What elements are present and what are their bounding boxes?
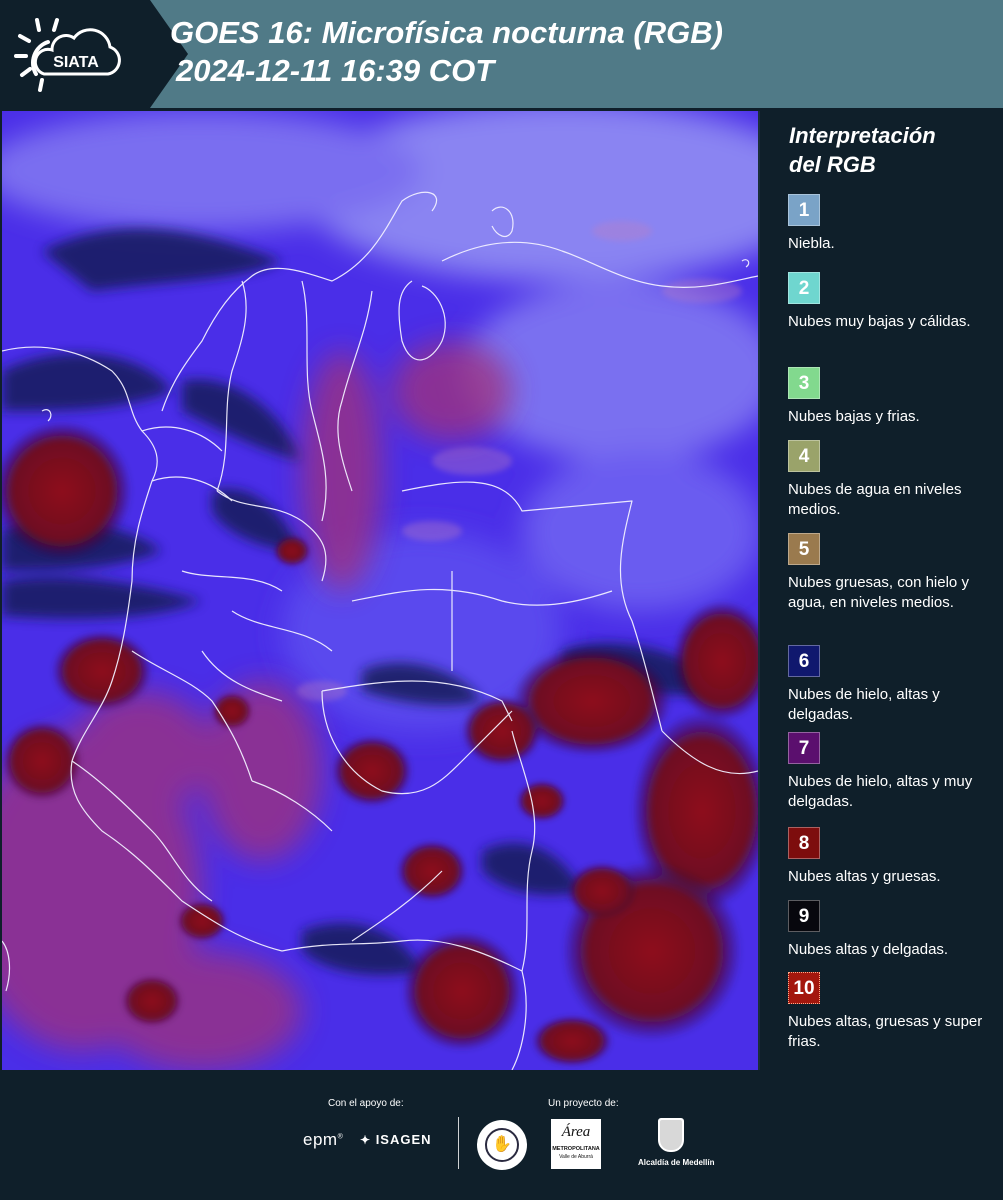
legend-swatch: 4 (788, 440, 820, 472)
legend-label: Nubes de hielo, altas y delgadas. (788, 686, 940, 723)
epm-logo-text: epm (303, 1130, 338, 1149)
legend-swatch: 8 (788, 827, 820, 859)
legend-label: Nubes de hielo, altas y muy delgadas. (788, 773, 973, 810)
legend-label: Nubes altas y gruesas. (788, 868, 941, 885)
legend-item-8: 8 Nubes altas y gruesas. (788, 827, 998, 887)
legend-item-3: 3 Nubes bajas y frias. (788, 367, 998, 427)
map-image (2, 111, 758, 1070)
siata-sun-cloud-icon: SIATA (14, 18, 121, 92)
isagen-logo-text: ISAGEN (375, 1132, 432, 1147)
area-logo-word: Área (561, 1124, 591, 1140)
isagen-icon: ✦ (360, 1133, 372, 1147)
epm-logo[interactable]: epm® (303, 1130, 343, 1150)
area-logo-text: METROPOLITANA (552, 1146, 600, 1152)
title-product: GOES 16: Microfísica nocturna (RGB) (170, 15, 723, 50)
alcaldia-shield-icon (658, 1118, 684, 1152)
legend-swatch: 5 (788, 533, 820, 565)
alcaldia-logo-text: Alcaldía de Medellín (638, 1158, 715, 1167)
legend-label: Nubes muy bajas y cálidas. (788, 313, 971, 330)
legend-label: Nubes altas y delgadas. (788, 941, 949, 958)
isagen-logo[interactable]: ✦ ISAGEN (360, 1132, 432, 1147)
satellite-rgb-map[interactable] (2, 111, 760, 1070)
project-label: Un proyecto de: (548, 1098, 619, 1109)
page-title: GOES 16: Microfísica nocturna (RGB) 2024… (170, 14, 723, 90)
siata-logo[interactable]: SIATA (0, 0, 188, 108)
footer: Con el apoyo de: Un proyecto de: epm® ✦ … (0, 1072, 1003, 1200)
legend-swatch: 9 (788, 900, 820, 932)
rgb-legend: Interpretación del RGB 1 Niebla. 2 Nubes… (760, 111, 1003, 1070)
legend-item-1: 1 Niebla. (788, 194, 998, 254)
seal-inner-icon: ✋ (485, 1128, 519, 1162)
legend-item-7: 7 Nubes de hielo, altas y muy delgadas. (788, 732, 998, 812)
alcaldia-logo[interactable]: Alcaldía de Medellín (638, 1118, 715, 1178)
legend-swatch: 1 (788, 194, 820, 226)
legend-title-line1: Interpretación (789, 123, 936, 148)
legend-label: Nubes gruesas, con hielo y agua, en nive… (788, 574, 969, 611)
legend-item-5: 5 Nubes gruesas, con hielo y agua, en ni… (788, 533, 998, 613)
legend-swatch: 6 (788, 645, 820, 677)
legend-label: Nubes altas, gruesas y super frias. (788, 1013, 983, 1050)
legend-item-4: 4 Nubes de agua en niveles medios. (788, 440, 998, 520)
legend-item-6: 6 Nubes de hielo, altas y delgadas. (788, 645, 998, 725)
support-label: Con el apoyo de: (328, 1098, 404, 1109)
logo-text: SIATA (53, 54, 99, 71)
title-timestamp: 2024-12-11 16:39 COT (176, 53, 495, 88)
area-metropolitana-logo[interactable]: Área METROPOLITANA Valle de Aburrá (551, 1119, 601, 1169)
legend-item-2: 2 Nubes muy bajas y cálidas. (788, 272, 998, 332)
legend-label: Nubes de agua en niveles medios. (788, 481, 962, 518)
legend-label: Nubes bajas y frias. (788, 408, 920, 425)
municipal-seal-logo[interactable]: ✋ (477, 1120, 527, 1170)
legend-swatch: 3 (788, 367, 820, 399)
legend-item-9: 9 Nubes altas y delgadas. (788, 900, 998, 960)
legend-swatch: 7 (788, 732, 820, 764)
legend-item-10: 10 Nubes altas, gruesas y super frias. (788, 972, 998, 1052)
legend-label: Niebla. (788, 235, 835, 252)
footer-divider (458, 1117, 459, 1169)
legend-swatch: 2 (788, 272, 820, 304)
legend-swatch: 10 (788, 972, 820, 1004)
area-logo-sub: Valle de Aburrá (559, 1154, 593, 1160)
header-bar: SIATA GOES 16: Microfísica nocturna (RGB… (0, 0, 1003, 108)
legend-title: Interpretación del RGB (789, 121, 999, 179)
legend-title-line2: del RGB (789, 152, 876, 177)
